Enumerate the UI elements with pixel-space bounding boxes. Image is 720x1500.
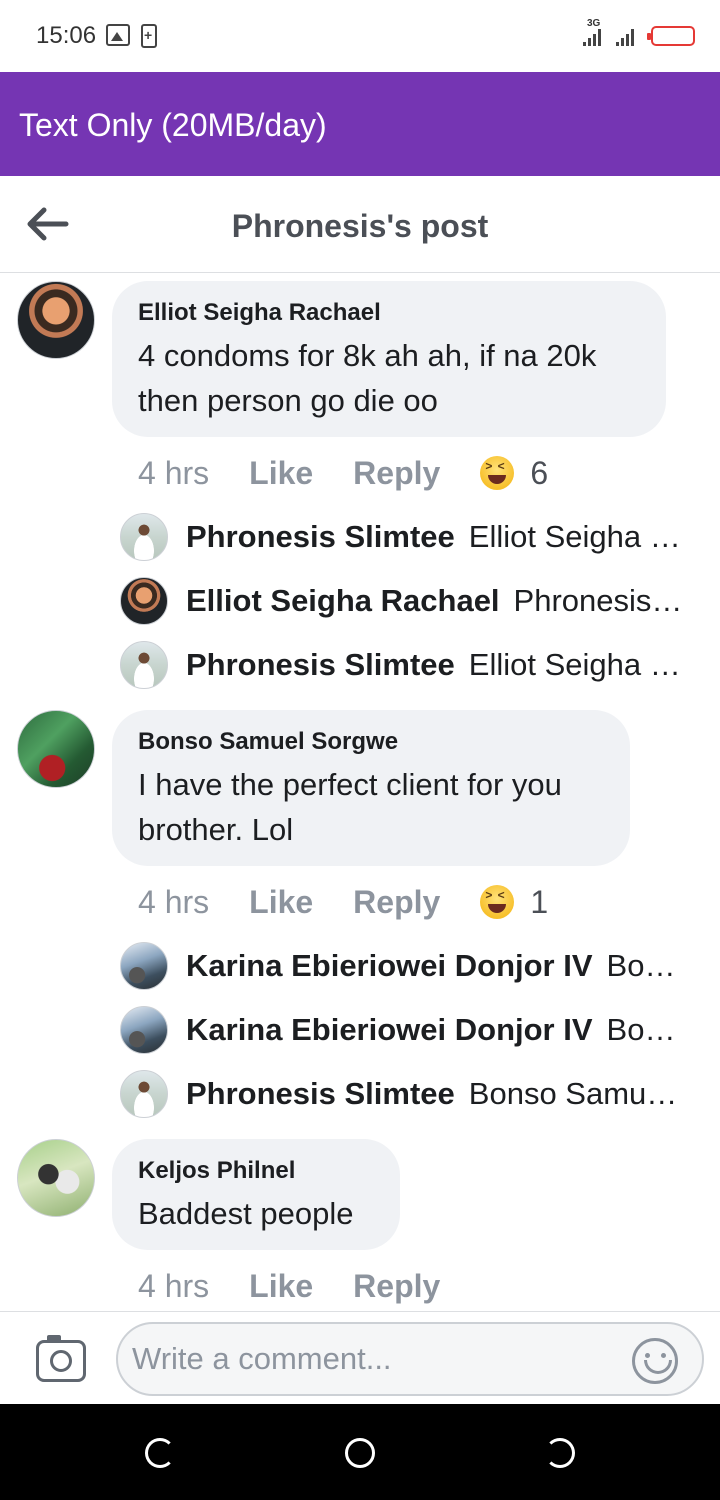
reply-button[interactable]: Reply — [353, 455, 440, 492]
reply-preview[interactable]: Elliot Seigha Rachael Phronesis Slimtee — [120, 576, 690, 626]
comment-author[interactable]: Keljos Philnel — [138, 1157, 374, 1185]
signal-strength-icon — [583, 28, 601, 46]
comment-actions: 4 hrs Like Reply 6 — [138, 453, 548, 493]
signal-strength-icon-2 — [616, 28, 634, 46]
comment-actions: 4 hrs Like Reply — [138, 1266, 480, 1306]
comment-author[interactable]: Bonso Samuel Sorgwe — [138, 728, 604, 756]
system-nav-bar — [0, 1404, 720, 1500]
reply-author[interactable]: Karina Ebieriowei Donjor IV — [186, 1012, 593, 1048]
comment-bubble[interactable]: Keljos Philnel Baddest people — [112, 1139, 400, 1250]
haha-emoji-icon[interactable] — [480, 456, 515, 490]
reply-author[interactable]: Karina Ebieriowei Donjor IV — [186, 948, 593, 984]
reply-text: Phronesis Slimtee — [513, 583, 690, 618]
reply-preview[interactable]: Phronesis Slimtee Elliot Seigha Rachael — [120, 640, 690, 690]
avatar[interactable] — [17, 281, 95, 359]
comment-text-line: brother. Lol — [138, 812, 294, 847]
comment-input[interactable] — [116, 1322, 704, 1396]
reply-text: Bonso Samuel Sorgwe — [606, 948, 690, 983]
avatar[interactable] — [17, 710, 95, 788]
reply-author[interactable]: Phronesis Slimtee — [186, 1076, 455, 1112]
nav-back-icon[interactable] — [145, 1438, 175, 1468]
haha-emoji-icon[interactable] — [480, 885, 515, 919]
reply-preview[interactable]: Phronesis Slimtee Elliot Seigha Rachael — [120, 512, 690, 562]
comment-actions: 4 hrs Like Reply 1 — [138, 882, 548, 922]
comment-bubble[interactable]: Elliot Seigha Rachael 4 condoms for 8k a… — [112, 281, 666, 437]
reaction-count[interactable]: 1 — [530, 884, 548, 921]
avatar[interactable] — [120, 513, 168, 561]
reply-button[interactable]: Reply — [353, 884, 440, 921]
like-button[interactable]: Like — [249, 1268, 313, 1305]
nav-recents-icon[interactable] — [545, 1438, 575, 1468]
comment-text-line: 4 condoms for 8k ah ah, if na 20k — [138, 338, 597, 373]
status-bar: 15:06 3G — [0, 0, 720, 72]
reaction-count[interactable]: 6 — [530, 455, 548, 492]
comment-text-line: then person go die oo — [138, 383, 438, 418]
comment-author[interactable]: Elliot Seigha Rachael — [138, 299, 640, 327]
camera-icon[interactable] — [36, 1335, 86, 1382]
image-notification-icon — [106, 24, 130, 46]
comment-bubble[interactable]: Bonso Samuel Sorgwe I have the perfect c… — [112, 710, 630, 866]
like-button[interactable]: Like — [249, 455, 313, 492]
comment-time[interactable]: 4 hrs — [138, 884, 209, 921]
post-header: Phronesis's post — [0, 176, 720, 273]
reply-text: Elliot Seigha Rachael — [468, 519, 690, 554]
comment-text-line: Baddest people — [138, 1196, 354, 1231]
reply-text: Bonso Samuel Sorgwe — [606, 1012, 690, 1047]
comment-composer — [0, 1311, 720, 1404]
battery-icon — [647, 26, 695, 46]
reply-author[interactable]: Elliot Seigha Rachael — [186, 583, 500, 619]
avatar[interactable] — [120, 577, 168, 625]
avatar[interactable] — [120, 641, 168, 689]
avatar[interactable] — [120, 1070, 168, 1118]
reply-button[interactable]: Reply — [353, 1268, 440, 1305]
avatar[interactable] — [120, 1006, 168, 1054]
avatar[interactable] — [120, 942, 168, 990]
data-mode-banner[interactable]: Text Only (20MB/day) — [0, 72, 720, 176]
comment-time[interactable]: 4 hrs — [138, 455, 209, 492]
avatar[interactable] — [17, 1139, 95, 1217]
nav-home-icon[interactable] — [345, 1438, 375, 1468]
smiley-icon[interactable] — [632, 1338, 678, 1384]
reply-preview[interactable]: Karina Ebieriowei Donjor IV Bonso Samuel… — [120, 1005, 690, 1055]
status-time: 15:06 — [36, 22, 97, 49]
like-button[interactable]: Like — [249, 884, 313, 921]
comment-text-line: I have the perfect client for you — [138, 767, 562, 802]
reply-author[interactable]: Phronesis Slimtee — [186, 647, 455, 683]
banner-text: Text Only (20MB/day) — [19, 107, 327, 143]
battery-saver-icon — [141, 24, 157, 48]
reply-preview[interactable]: Phronesis Slimtee Bonso Samuel Sorgwe — [120, 1069, 690, 1119]
comment-time[interactable]: 4 hrs — [138, 1268, 209, 1305]
reply-text: Bonso Samuel Sorgwe — [468, 1076, 690, 1111]
page-title: Phronesis's post — [231, 208, 489, 244]
reply-text: Elliot Seigha Rachael — [468, 647, 690, 682]
reply-author[interactable]: Phronesis Slimtee — [186, 519, 455, 555]
reply-preview[interactable]: Karina Ebieriowei Donjor IV Bonso Samuel… — [120, 941, 690, 991]
